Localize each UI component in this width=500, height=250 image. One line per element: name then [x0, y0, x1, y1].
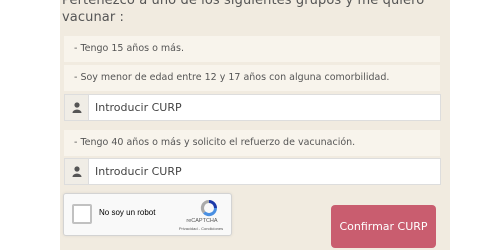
group-heading: Pertenezco a uno de los siguientes grupo… [62, 0, 425, 25]
recaptcha-brand: reCAPTCHA [186, 218, 218, 224]
curp-input-1[interactable] [89, 95, 440, 120]
recaptcha-label: No soy un robot [99, 208, 156, 217]
user-icon [65, 95, 89, 120]
curp-field-1 [64, 94, 441, 121]
confirm-curp-button[interactable]: Confirmar CURP [331, 205, 436, 248]
curp-field-2 [64, 158, 441, 185]
curp-input-2[interactable] [89, 159, 440, 184]
recaptcha-links[interactable]: Privacidad - Condiciones [169, 226, 233, 231]
recaptcha-widget: No soy un robot reCAPTCHA Privacidad - C… [63, 193, 232, 236]
option-minor-comorbidity: - Soy menor de edad entre 12 y 17 años c… [64, 65, 440, 91]
option-age-15: - Tengo 15 años o más. [64, 36, 440, 62]
option-age-40-booster: - Tengo 40 años o más y solicito el refu… [64, 130, 440, 156]
recaptcha-checkbox[interactable] [72, 204, 92, 224]
user-icon [65, 159, 89, 184]
